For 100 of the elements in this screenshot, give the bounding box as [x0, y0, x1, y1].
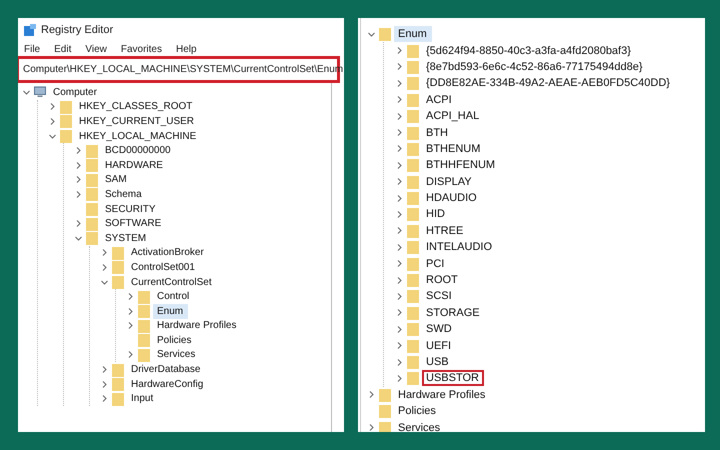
- tree-item[interactable]: BTHHFENUM: [422, 157, 500, 174]
- chevron-down-icon[interactable]: [74, 234, 83, 243]
- chevron-right-icon[interactable]: [395, 324, 404, 334]
- chevron-right-icon[interactable]: [395, 358, 404, 366]
- tree-item[interactable]: SYSTEM: [101, 230, 152, 246]
- tree-item[interactable]: HKEY_LOCAL_MACHINE: [75, 128, 202, 144]
- chevron-right-icon[interactable]: [395, 78, 404, 88]
- tree-item[interactable]: PCI: [422, 256, 450, 272]
- chevron-right-icon[interactable]: [395, 144, 404, 154]
- chevron-right-icon[interactable]: [100, 380, 109, 389]
- tree-item[interactable]: USBSTOR: [422, 370, 484, 386]
- chevron-right-icon[interactable]: [395, 259, 404, 268]
- tree-item[interactable]: STORAGE: [422, 304, 485, 321]
- chevron-right-icon[interactable]: [126, 292, 135, 302]
- tree-item[interactable]: DriverDatabase: [127, 362, 206, 378]
- tree-item[interactable]: SECURITY: [101, 202, 161, 217]
- tree-item[interactable]: CurrentControlSet: [127, 274, 217, 290]
- chevron-right-icon[interactable]: [100, 248, 109, 258]
- chevron-right-icon[interactable]: [74, 175, 83, 184]
- chevron-right-icon[interactable]: [395, 308, 404, 318]
- tree-item[interactable]: HDAUDIO: [422, 190, 482, 206]
- menu-item[interactable]: View: [85, 44, 107, 54]
- chevron-right-icon[interactable]: [395, 292, 404, 301]
- chevron-right-icon[interactable]: [74, 219, 83, 228]
- tree-item[interactable]: HARDWARE: [101, 158, 168, 173]
- folder-icon: [86, 172, 98, 187]
- tree-item[interactable]: USB: [422, 354, 454, 370]
- tree-item[interactable]: SCSI: [422, 288, 457, 304]
- chevron-right-icon[interactable]: [74, 146, 83, 156]
- tree-item[interactable]: {8e7bd593-6e6c-4c52-86a6-77175494dd8e}: [422, 58, 648, 75]
- tree-item[interactable]: Hardware Profiles: [394, 386, 490, 403]
- tree-item[interactable]: {5d624f94-8850-40c3-a3fa-a4fd2080baf3}: [422, 42, 636, 59]
- chevron-right-icon[interactable]: [367, 390, 376, 400]
- chevron-right-icon[interactable]: [395, 112, 404, 121]
- tree-item[interactable]: Computer: [49, 84, 102, 100]
- tree-item[interactable]: Policies: [394, 403, 441, 420]
- chevron-right-icon[interactable]: [395, 226, 404, 236]
- tree-item[interactable]: Enum: [153, 304, 188, 319]
- tree-item[interactable]: SOFTWARE: [101, 216, 166, 232]
- chevron-right-icon[interactable]: [395, 210, 404, 219]
- tree-item[interactable]: {DD8E82AE-334B-49A2-AEAE-AEB0FD5C40DD}: [422, 75, 675, 92]
- chevron-right-icon[interactable]: [395, 177, 404, 186]
- chevron-right-icon[interactable]: [395, 194, 404, 203]
- chevron-right-icon[interactable]: [100, 262, 109, 272]
- tree-item[interactable]: HID: [422, 206, 450, 222]
- chevron-down-icon[interactable]: [367, 30, 376, 39]
- chevron-down-icon[interactable]: [100, 278, 109, 287]
- chevron-right-icon[interactable]: [395, 374, 404, 383]
- chevron-right-icon[interactable]: [126, 350, 135, 360]
- tree-item[interactable]: DISPLAY: [422, 174, 477, 190]
- chevron-right-icon[interactable]: [74, 160, 83, 170]
- menu-item[interactable]: File: [24, 44, 40, 54]
- tree-item[interactable]: Input: [127, 391, 158, 406]
- tree-item[interactable]: ACPI_HAL: [422, 108, 484, 124]
- chevron-right-icon[interactable]: [48, 102, 57, 112]
- chevron-right-icon[interactable]: [395, 46, 404, 56]
- tree-item[interactable]: UEFI: [422, 338, 456, 354]
- tree-item[interactable]: Enum: [394, 26, 432, 42]
- tree-item[interactable]: ROOT: [422, 272, 463, 288]
- tree-item[interactable]: ControlSet001: [127, 260, 200, 275]
- folder-icon: [138, 333, 150, 348]
- chevron-right-icon[interactable]: [395, 95, 404, 104]
- chevron-right-icon[interactable]: [126, 321, 135, 330]
- chevron-right-icon[interactable]: [395, 128, 404, 138]
- tree-item[interactable]: Control: [153, 289, 194, 304]
- tree-item[interactable]: INTELAUDIO: [422, 239, 498, 256]
- chevron-right-icon[interactable]: [395, 341, 404, 350]
- tree-item[interactable]: Services: [394, 420, 446, 432]
- chevron-right-icon[interactable]: [367, 423, 376, 432]
- tree-item[interactable]: ACPI: [422, 92, 457, 108]
- tree-item[interactable]: BTH: [422, 124, 453, 141]
- tree-item[interactable]: SAM: [101, 172, 132, 188]
- chevron-right-icon[interactable]: [74, 190, 83, 199]
- tree-item[interactable]: HTREE: [422, 222, 468, 239]
- tree-item[interactable]: HKEY_CLASSES_ROOT: [75, 99, 198, 114]
- chevron-right-icon[interactable]: [395, 276, 404, 285]
- tree-item[interactable]: BTHENUM: [422, 140, 486, 157]
- menu-item[interactable]: Edit: [54, 44, 72, 54]
- chevron-right-icon[interactable]: [100, 394, 109, 404]
- menu-item[interactable]: Favorites: [120, 44, 162, 54]
- tree-item[interactable]: ActivationBroker: [127, 245, 209, 260]
- tree-item[interactable]: Schema: [101, 186, 147, 202]
- tree-item[interactable]: Policies: [153, 332, 196, 348]
- tree-item[interactable]: Hardware Profiles: [153, 318, 242, 334]
- chevron-down-icon[interactable]: [22, 88, 31, 97]
- chevron-right-icon[interactable]: [395, 62, 404, 72]
- chevron-right-icon[interactable]: [100, 365, 109, 374]
- chevron-right-icon[interactable]: [395, 242, 404, 252]
- chevron-right-icon[interactable]: [126, 306, 135, 316]
- tree-item[interactable]: BCD00000000: [101, 143, 176, 158]
- chevron-right-icon[interactable]: [395, 160, 404, 170]
- tree-item[interactable]: HardwareConfig: [127, 376, 208, 392]
- folder-icon: [407, 76, 419, 90]
- chevron-right-icon[interactable]: [48, 116, 57, 126]
- menu-item[interactable]: Help: [176, 44, 197, 54]
- tree-item[interactable]: HKEY_CURRENT_USER: [75, 114, 200, 129]
- folder-icon: [407, 273, 419, 288]
- chevron-down-icon[interactable]: [48, 132, 57, 141]
- tree-item[interactable]: Services: [153, 347, 200, 362]
- tree-item[interactable]: SWD: [422, 321, 457, 338]
